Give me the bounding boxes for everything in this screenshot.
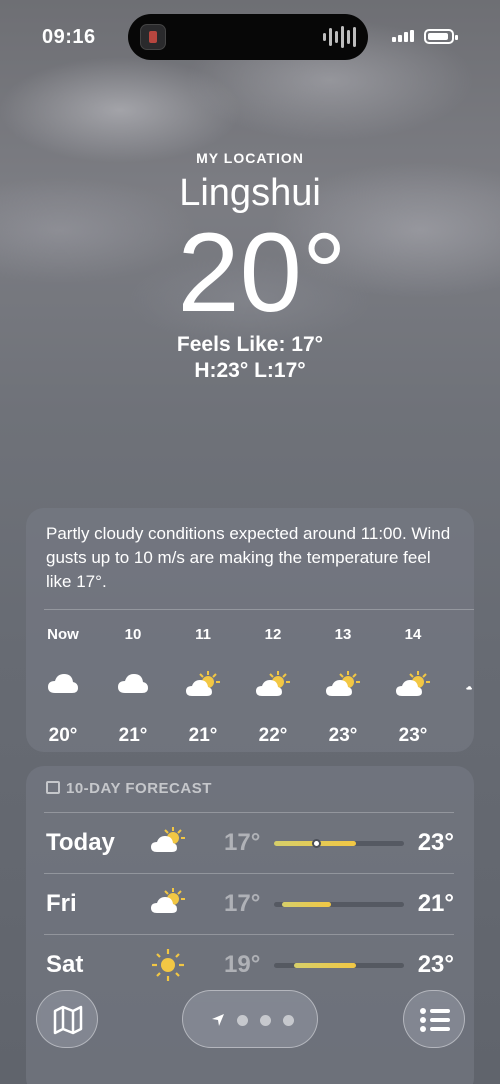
hour-label: 12 — [264, 626, 282, 643]
audio-waveform-icon — [323, 26, 356, 48]
app-icon — [140, 24, 166, 50]
page-dot[interactable] — [283, 1014, 294, 1026]
hour-label: 11 — [195, 626, 211, 643]
current-temperature: 20° — [177, 210, 347, 335]
page-dot[interactable] — [237, 1014, 248, 1026]
page-dot[interactable] — [260, 1014, 271, 1026]
forecast-day: Sat — [46, 951, 84, 978]
feels-like: Feels Like: 17° — [176, 333, 324, 356]
hour-temp: 22° — [258, 725, 288, 746]
hour-item: 14 23° — [378, 624, 448, 747]
range-fill — [293, 963, 356, 968]
hour-temp: 21° — [118, 725, 148, 746]
partly-sunny-icon — [308, 669, 378, 699]
cloud-icon — [98, 669, 168, 699]
hour-item: 10 21° — [98, 624, 168, 747]
temperature-range-bar — [274, 839, 404, 848]
map-button[interactable] — [36, 990, 98, 1048]
forecast-header: 10-DAY FORECAST — [46, 780, 212, 797]
forecast-high: 23° — [417, 829, 454, 856]
partly-sunny-icon — [378, 669, 448, 699]
forecast-low: 17° — [224, 890, 261, 917]
forecast-low: 19° — [224, 951, 261, 978]
forecast-high: 21° — [417, 890, 454, 917]
list-button[interactable] — [403, 990, 465, 1048]
hour-item: 11 21° — [168, 624, 238, 747]
forecast-row[interactable]: Today 17° 23° — [26, 813, 474, 873]
hour-item: Now 20° — [28, 624, 98, 747]
map-icon — [53, 1005, 83, 1035]
divider — [44, 609, 474, 610]
status-time: 09:16 — [42, 26, 96, 48]
hour-item: 13 23° — [308, 624, 378, 747]
location-pager[interactable] — [182, 990, 318, 1048]
forecast-low: 17° — [224, 829, 261, 856]
hour-label: 14 — [404, 626, 422, 643]
partly-sunny-icon — [238, 669, 308, 699]
battery-icon — [424, 29, 458, 44]
high-low: H:23° L:17° — [194, 359, 306, 382]
forecast-day: Today — [46, 829, 115, 856]
location-header: MY LOCATION — [196, 150, 304, 166]
forecast-header-label: 10-DAY FORECAST — [66, 780, 212, 797]
hour-temp: 20° — [48, 725, 78, 746]
hour-item: 12 22° — [238, 624, 308, 747]
temperature-range-bar — [274, 902, 404, 907]
weather-summary: Partly cloudy conditions expected around… — [46, 524, 451, 591]
hour-label: Now — [47, 626, 79, 643]
status-bar: 09:16 — [0, 0, 500, 76]
hour-temp: 23° — [398, 725, 428, 746]
current-weather: MY LOCATION Lingshui 20° Feels Like: 17°… — [0, 150, 500, 383]
partly-sunny-icon — [150, 825, 190, 861]
calendar-icon — [46, 781, 60, 794]
sun-icon — [150, 947, 190, 983]
partly-sunny-icon — [150, 886, 190, 922]
cloud-icon — [28, 669, 98, 699]
signal-icon — [392, 30, 414, 42]
dynamic-island[interactable] — [128, 14, 368, 60]
forecast-day: Fri — [46, 890, 77, 917]
temperature-range-bar — [274, 963, 404, 968]
hour-temp: 21° — [188, 725, 218, 746]
hour-label: 13 — [334, 626, 352, 643]
list-icon — [420, 1008, 450, 1032]
forecast-row[interactable]: Fri 17° 21° — [26, 874, 474, 934]
location-arrow-icon — [212, 1014, 224, 1026]
hour-label: 10 — [124, 626, 142, 643]
hour-temp: 23° — [328, 725, 358, 746]
hourly-list[interactable]: Now 20° 10 21° 11 21° 12 22° 13 23° 14 2… — [26, 624, 474, 752]
partly-sunny-icon — [168, 669, 238, 699]
hourly-forecast-card[interactable]: Partly cloudy conditions expected around… — [26, 508, 474, 752]
range-fill — [281, 902, 332, 907]
hour-item-partial — [448, 624, 474, 702]
forecast-high: 23° — [417, 951, 454, 978]
current-temp-dot — [311, 839, 321, 848]
forecast-row[interactable]: Sat 19° 23° — [26, 935, 474, 995]
partly-sunny-icon — [448, 672, 474, 702]
city-name: Lingshui — [179, 172, 321, 214]
